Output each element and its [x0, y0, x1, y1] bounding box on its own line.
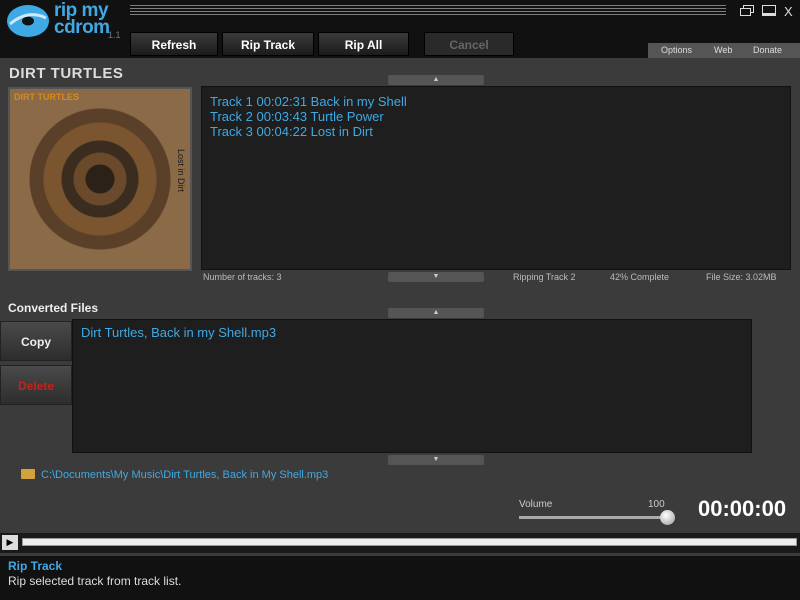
album-art-side-text: Lost in Dirt: [176, 149, 186, 193]
time-display: 00:00:00: [698, 496, 787, 521]
folder-icon: [21, 469, 35, 480]
files-scroll-up[interactable]: ▲: [388, 308, 484, 318]
cd-logo-icon: [7, 5, 49, 37]
volume-label: Volume: [519, 499, 553, 510]
files-scroll-down[interactable]: ▼: [388, 455, 484, 465]
title-drag-area[interactable]: [130, 5, 726, 17]
refresh-button[interactable]: Refresh: [130, 32, 218, 56]
tracklist-scroll-up[interactable]: ▲: [388, 75, 484, 85]
progress-percent: 42% Complete: [610, 272, 670, 282]
play-icon[interactable]: ▶: [2, 535, 18, 550]
copy-button[interactable]: Copy: [0, 321, 72, 361]
list-item[interactable]: Dirt Turtles, Back in my Shell.mp3: [81, 325, 743, 340]
list-item[interactable]: Track 2 00:03:43 Turtle Power: [210, 109, 782, 124]
album-title: DIRT TURTLES: [9, 65, 124, 82]
top-links: Options Web Donate: [648, 43, 800, 58]
list-item[interactable]: Track 1 00:02:31 Back in my Shell: [210, 94, 782, 109]
donate-link[interactable]: Donate: [753, 45, 782, 55]
volume-fill: [519, 516, 667, 519]
album-art-band-text: DIRT TURTLES: [14, 92, 79, 102]
options-link[interactable]: Options: [661, 45, 692, 55]
web-link[interactable]: Web: [714, 45, 732, 55]
delete-button[interactable]: Delete: [0, 365, 72, 405]
volume-knob[interactable]: [660, 510, 675, 525]
help-description: Rip selected track from track list.: [8, 574, 182, 588]
output-path-text[interactable]: C:\Documents\My Music\Dirt Turtles, Back…: [41, 469, 328, 481]
rip-all-button[interactable]: Rip All: [318, 32, 409, 56]
logo-line-2: cdrom: [54, 17, 110, 38]
track-count: Number of tracks: 3: [203, 272, 282, 282]
volume-value: 100: [648, 499, 665, 510]
list-item[interactable]: Track 3 00:04:22 Lost in Dirt: [210, 124, 782, 139]
version-label: 1.1: [108, 30, 121, 40]
minimize-icon[interactable]: [762, 5, 776, 16]
help-title: Rip Track: [8, 559, 63, 573]
tracklist-scroll-down[interactable]: ▼: [388, 272, 484, 282]
app-logo-text: rip my cdrom: [54, 1, 110, 38]
album-art: DIRT TURTLES Lost in Dirt: [8, 87, 192, 271]
track-list[interactable]: Track 1 00:02:31 Back in my Shell Track …: [201, 86, 791, 270]
output-path[interactable]: C:\Documents\My Music\Dirt Turtles, Back…: [21, 469, 328, 481]
close-button[interactable]: X: [784, 4, 793, 19]
file-size: File Size: 3.02MB: [706, 272, 777, 282]
seek-bar[interactable]: [22, 538, 797, 546]
rip-track-button[interactable]: Rip Track: [222, 32, 314, 56]
cancel-button[interactable]: Cancel: [424, 32, 514, 56]
converted-files-title: Converted Files: [8, 301, 99, 315]
ripping-status: Ripping Track 2: [513, 272, 576, 282]
restore-icon[interactable]: [740, 5, 754, 16]
converted-files-list[interactable]: Dirt Turtles, Back in my Shell.mp3: [72, 319, 752, 453]
